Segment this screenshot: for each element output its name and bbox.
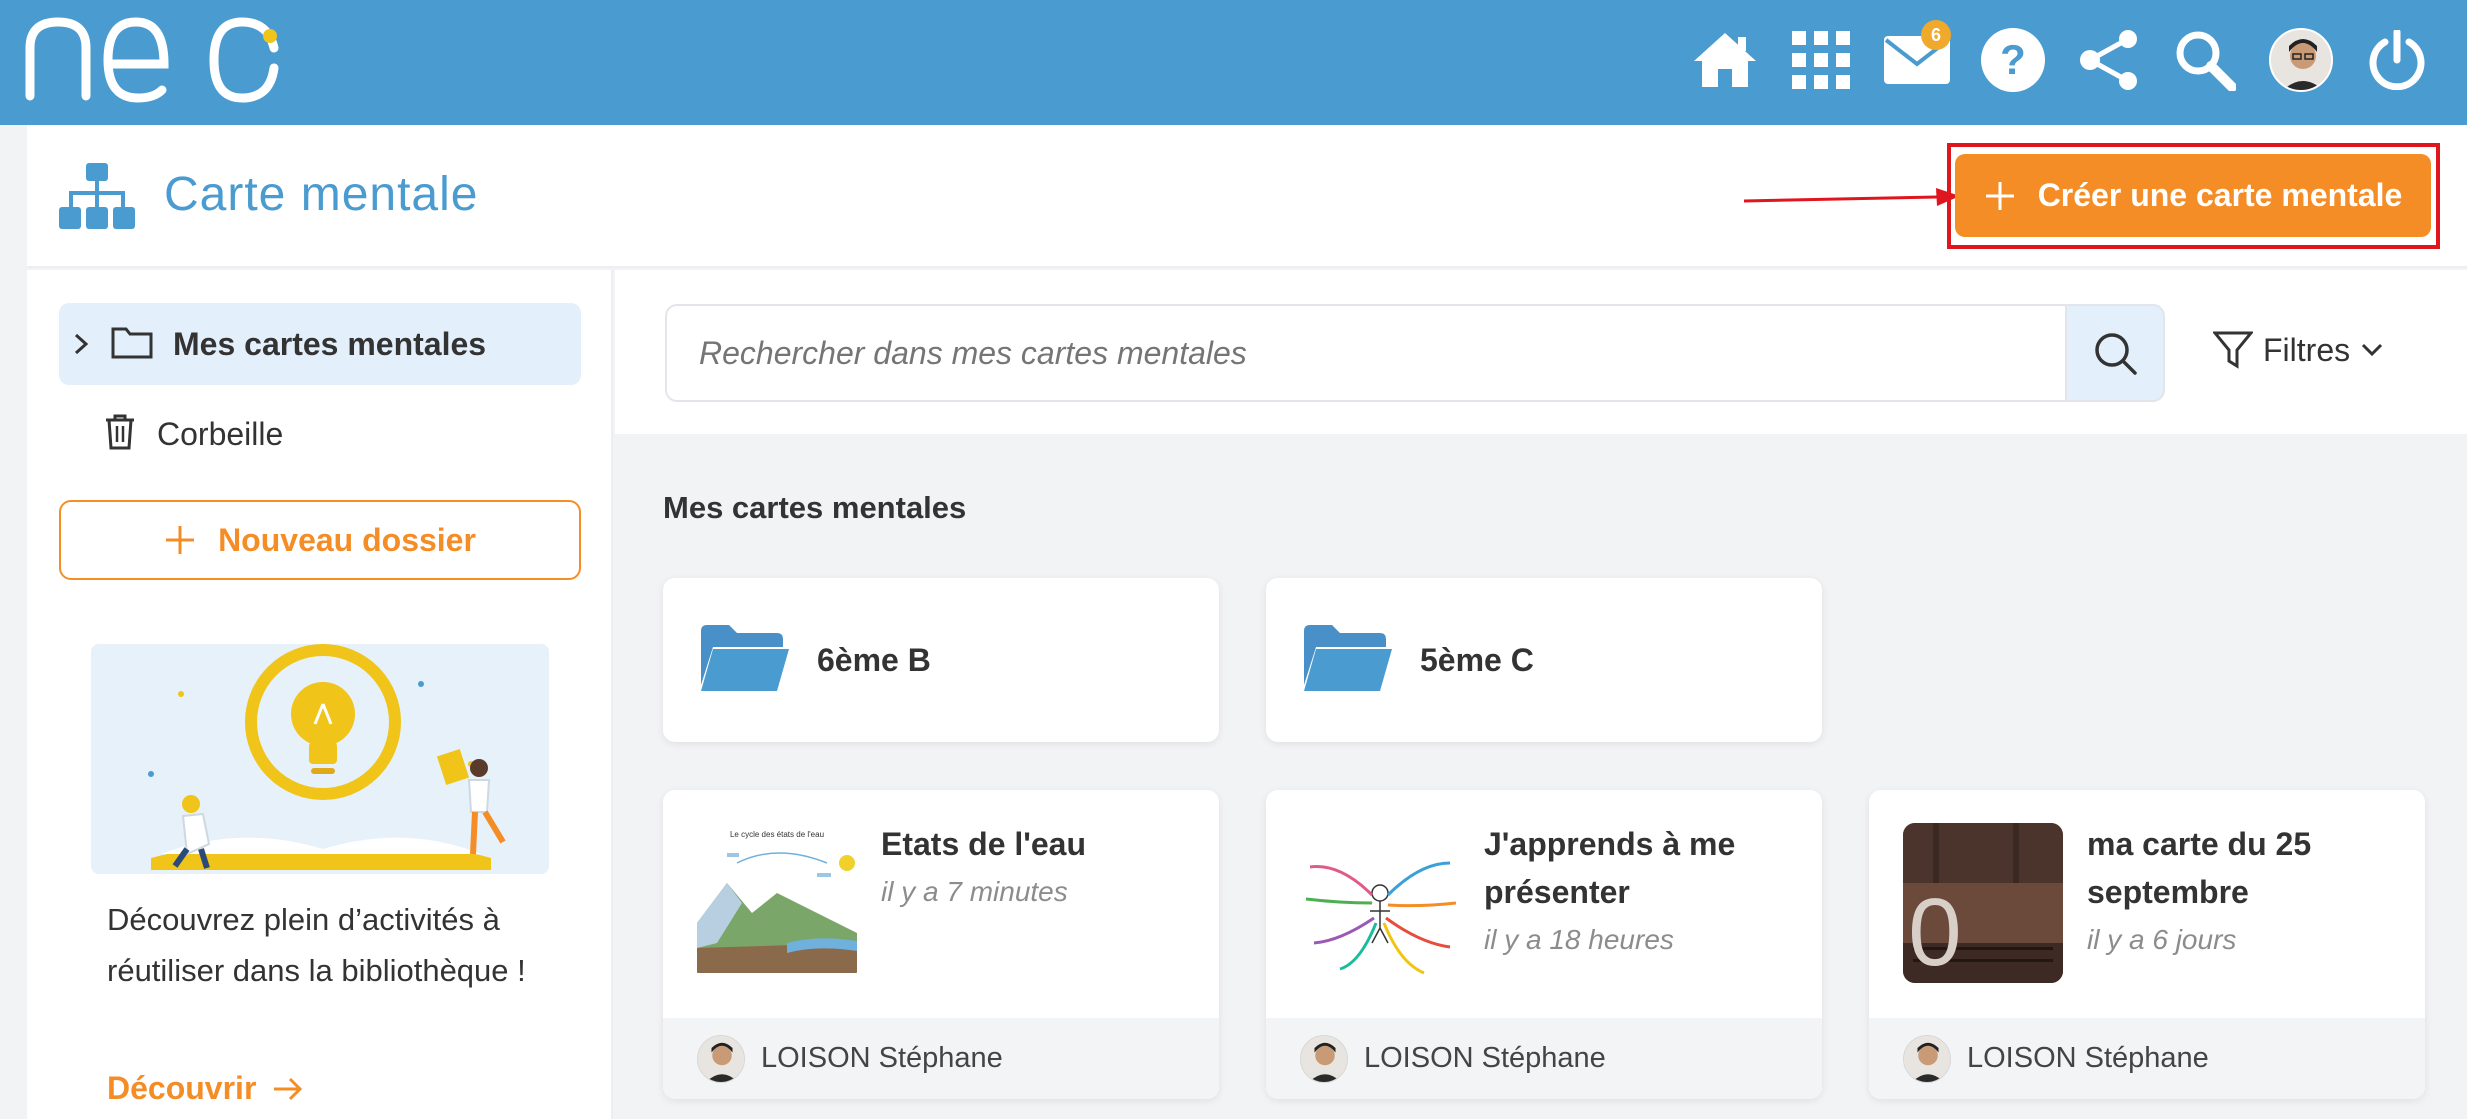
sitemap-icon — [59, 163, 135, 234]
mindmap-thumbnail — [1300, 823, 1460, 983]
mail-icon[interactable]: 6 — [1869, 20, 1965, 100]
create-mindmap-button[interactable]: Créer une carte mentale — [1955, 154, 2431, 237]
mindmap-title: ma carte du 25 septembre — [2087, 826, 2312, 910]
mindmap-thumbnail: 0 — [1903, 823, 2063, 983]
user-avatar[interactable] — [2253, 20, 2349, 100]
mindmap-time: il y a 7 minutes — [881, 876, 1068, 907]
trash-icon — [105, 414, 135, 455]
library-illustration — [91, 644, 549, 874]
discover-link-label: Découvrir — [107, 1070, 257, 1106]
folder-icon — [701, 624, 791, 696]
discover-link[interactable]: Découvrir — [107, 1070, 304, 1107]
sidebar-item-label: Mes cartes mentales — [173, 325, 487, 362]
folder-icon — [111, 325, 153, 364]
sidebar-item-my-mindmaps[interactable]: Mes cartes mentales — [59, 303, 581, 385]
search-button[interactable] — [2065, 304, 2165, 402]
top-navigation-bar: 6 ? — [0, 0, 2467, 125]
neo-logo[interactable] — [24, 8, 280, 109]
section-title: Mes cartes mentales — [663, 490, 967, 525]
mindmap-time: il y a 18 heures — [1484, 924, 1674, 955]
owner-name: LOISON Stéphane — [1967, 1042, 2209, 1074]
app-header: Carte mentale Créer une carte mentale — [27, 125, 2467, 268]
search-icon[interactable] — [2157, 20, 2253, 100]
filters-label: Filtres — [2263, 331, 2351, 368]
new-folder-label: Nouveau dossier — [218, 521, 476, 558]
sidebar: Mes cartes mentales Corbeille Nouveau do… — [27, 270, 613, 1119]
filters-dropdown[interactable]: Filtres — [2213, 330, 2384, 370]
mindmap-card[interactable]: J'apprends à me présenter il y a 18 heur… — [1266, 790, 1822, 1099]
owner-name: LOISON Stéphane — [761, 1042, 1003, 1074]
annotation-arrow — [1742, 185, 1962, 214]
folder-icon — [1304, 624, 1394, 696]
create-mindmap-label: Créer une carte mentale — [2037, 177, 2403, 213]
mail-badge: 6 — [1921, 20, 1951, 50]
owner-avatar — [1300, 1034, 1348, 1083]
mindmap-time: il y a 6 jours — [2087, 924, 2237, 955]
owner-avatar — [1903, 1034, 1951, 1083]
mindmap-owner-bar: LOISON Stéphane — [1869, 1018, 2425, 1099]
mindmap-card[interactable]: Le cycle des états de l'eau Etats de l'e… — [663, 790, 1219, 1099]
neo-logo-icon — [25, 17, 279, 103]
search-icon — [2095, 333, 2137, 375]
folder-name: 5ème C — [1420, 641, 1534, 678]
mindmap-card[interactable]: 0 ma carte du 25 septembre il y a 6 jour… — [1869, 790, 2425, 1099]
page-title: Carte mentale — [164, 168, 479, 221]
mindmap-owner-bar: LOISON Stéphane — [1266, 1018, 1822, 1099]
thumbnail-caption: Le cycle des états de l'eau — [730, 830, 824, 839]
arrow-right-icon — [274, 1077, 303, 1100]
plus-icon — [1985, 181, 2014, 210]
filter-icon — [2213, 331, 2253, 369]
mindmap-thumbnail: Le cycle des états de l'eau — [697, 823, 857, 983]
power-icon[interactable] — [2349, 20, 2445, 100]
folder-card[interactable]: 5ème C — [1266, 578, 1822, 742]
mindmap-title: J'apprends à me présenter — [1484, 826, 1736, 910]
new-folder-button[interactable]: Nouveau dossier — [59, 500, 581, 580]
owner-avatar — [697, 1034, 745, 1083]
search-area: Filtres — [615, 270, 2467, 434]
help-icon[interactable]: ? — [1965, 20, 2061, 100]
owner-name: LOISON Stéphane — [1364, 1042, 1606, 1074]
plus-icon — [166, 526, 195, 554]
sidebar-item-trash[interactable]: Corbeille — [105, 404, 283, 464]
library-promo-text: Découvrez plein d’activités à réutiliser… — [107, 902, 526, 988]
mindmap-owner-bar: LOISON Stéphane — [663, 1018, 1219, 1099]
sidebar-item-label: Corbeille — [157, 415, 284, 452]
home-icon[interactable] — [1677, 20, 1773, 100]
apps-grid-icon[interactable] — [1773, 20, 1869, 100]
thumbnail-digit: 0 — [1908, 879, 1961, 983]
mindmap-title: Etats de l'eau — [881, 826, 1087, 862]
folder-card[interactable]: 6ème B — [663, 578, 1219, 742]
share-icon[interactable] — [2061, 20, 2157, 100]
folder-name: 6ème B — [817, 641, 931, 678]
chevron-right-icon[interactable] — [71, 332, 101, 356]
svg-text:?: ? — [2000, 36, 2026, 83]
search-input[interactable] — [665, 304, 2065, 402]
chevron-down-icon — [2362, 343, 2383, 357]
